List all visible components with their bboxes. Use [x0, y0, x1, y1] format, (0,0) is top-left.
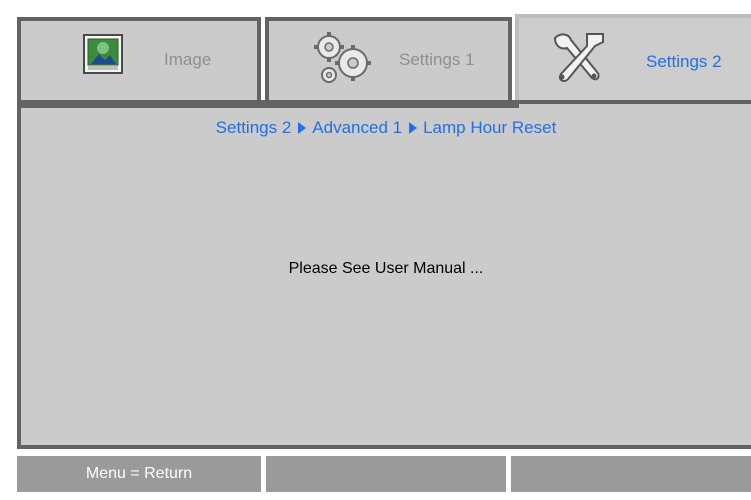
breadcrumb-item: Settings 2 — [215, 118, 292, 137]
breadcrumb-item: Lamp Hour Reset — [423, 118, 557, 137]
breadcrumb: Settings 2 Advanced 1 Lamp Hour Reset — [21, 118, 751, 138]
tools-icon — [553, 33, 604, 82]
tab-image[interactable]: Image — [17, 17, 261, 101]
footer-slot-3 — [511, 456, 751, 492]
gears-icon — [314, 32, 371, 83]
footer-hint-menu-return: Menu = Return — [17, 456, 261, 492]
image-adjust-icon — [83, 34, 123, 74]
footer-slot-2 — [266, 456, 506, 492]
breadcrumb-arrow-icon — [298, 122, 307, 134]
tab-settings-2[interactable]: Settings 2 — [515, 14, 751, 106]
tab-settings-2-label: Settings 2 — [646, 52, 722, 71]
content-panel: Settings 2 Advanced 1 Lamp Hour Reset Plea… — [17, 100, 751, 449]
breadcrumb-item: Advanced 1 — [312, 118, 403, 137]
message-text: Please See User Manual ... — [288, 260, 484, 277]
breadcrumb-arrow-icon — [409, 122, 418, 134]
panel-top-border — [21, 104, 519, 108]
osd-menu: Image Settings 1 Settings 2 Settings 2 A… — [0, 0, 751, 500]
footer-divider — [17, 449, 751, 452]
tab-image-label: Image — [164, 50, 212, 69]
tab-settings-1[interactable]: Settings 1 — [265, 17, 512, 101]
tab-settings-1-label: Settings 1 — [399, 50, 475, 69]
